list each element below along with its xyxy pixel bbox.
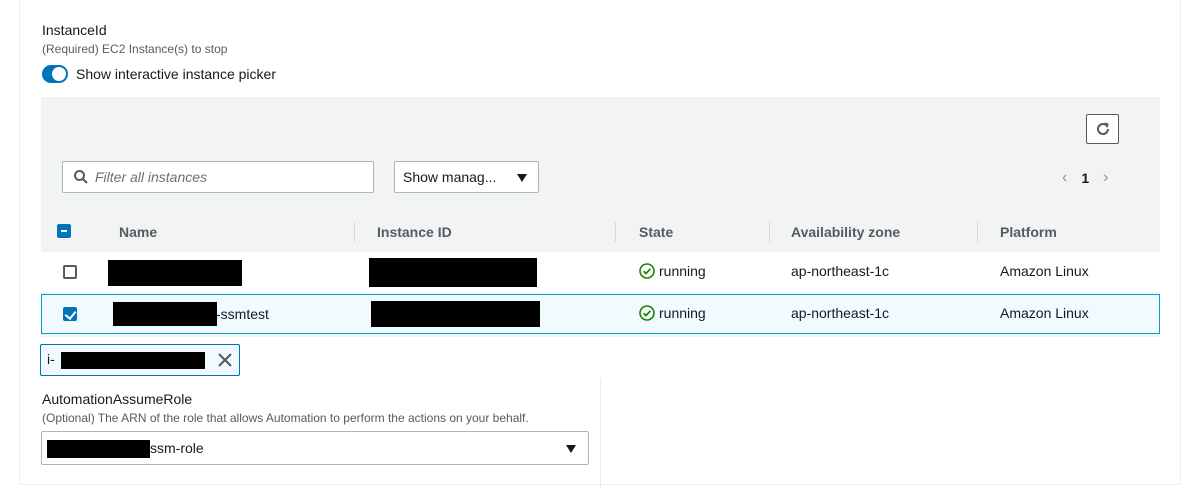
column-header-name[interactable]: Name [119, 224, 157, 240]
instance-type-dropdown[interactable]: Show manag... [394, 161, 539, 193]
column-header-state[interactable]: State [639, 224, 673, 240]
pagination: ‹ 1 › [1062, 168, 1108, 188]
column-divider[interactable] [615, 222, 616, 242]
column-divider[interactable] [354, 222, 355, 242]
instance-id-label: InstanceId [42, 22, 107, 38]
refresh-icon [1096, 122, 1109, 135]
column-divider[interactable] [769, 222, 770, 242]
instance-id-description: (Required) EC2 Instance(s) to stop [42, 42, 228, 56]
previous-page-icon[interactable]: ‹ [1062, 169, 1067, 187]
status-success-icon [639, 305, 655, 321]
state-text: running [659, 263, 706, 279]
redacted-role-prefix [47, 440, 150, 458]
redacted-token-id [61, 352, 205, 369]
toggle-knob [52, 67, 66, 81]
instance-picker-toggle-label: Show interactive instance picker [76, 66, 276, 82]
column-separator [600, 378, 601, 488]
token-prefix: i- [47, 351, 55, 367]
table-row[interactable]: running ap-northeast-1c Amazon Linux [41, 252, 1160, 292]
close-icon[interactable] [217, 352, 233, 371]
instance-picker-toggle[interactable] [42, 65, 68, 83]
table-header: Name Instance ID State Availability zone… [41, 212, 1160, 252]
selected-instance-token: i- [40, 344, 240, 376]
page-number[interactable]: 1 [1081, 170, 1089, 186]
availability-zone-cell: ap-northeast-1c [791, 263, 890, 279]
column-header-platform[interactable]: Platform [1000, 224, 1057, 240]
assume-role-select[interactable]: ssm-role [41, 431, 589, 465]
assume-role-description: (Optional) The ARN of the role that allo… [42, 411, 529, 425]
search-icon [73, 169, 89, 185]
platform-cell: Amazon Linux [1000, 263, 1089, 279]
status-success-icon [639, 263, 655, 279]
row-checkbox-checked[interactable] [63, 307, 77, 321]
table-row-selected[interactable]: -ssmtest running ap-northeast-1c Amazon … [41, 294, 1160, 334]
filter-instances-input[interactable] [95, 169, 365, 185]
caret-down-icon [517, 174, 527, 182]
availability-zone-cell: ap-northeast-1c [791, 305, 890, 321]
redacted-name [113, 302, 217, 326]
next-page-icon[interactable]: › [1103, 169, 1108, 187]
state-cell: running [639, 305, 706, 321]
redacted-name [108, 260, 242, 286]
refresh-button[interactable] [1086, 114, 1119, 144]
caret-down-icon [566, 445, 576, 453]
state-cell: running [639, 263, 706, 279]
assume-role-value: ssm-role [150, 440, 204, 456]
state-text: running [659, 305, 706, 321]
filter-instances [62, 161, 374, 193]
platform-cell: Amazon Linux [1000, 305, 1089, 321]
redacted-instance-id [371, 301, 540, 327]
column-header-instance-id[interactable]: Instance ID [377, 224, 452, 240]
redacted-instance-id [369, 258, 537, 287]
assume-role-label: AutomationAssumeRole [42, 391, 193, 407]
name-suffix: -ssmtest [216, 306, 269, 322]
instance-picker-toggle-row: Show interactive instance picker [42, 64, 276, 84]
instance-type-dropdown-value: Show manag... [403, 169, 497, 185]
column-header-availability-zone[interactable]: Availability zone [791, 224, 900, 240]
column-divider[interactable] [977, 222, 978, 242]
select-all-checkbox[interactable] [57, 224, 71, 238]
row-checkbox[interactable] [63, 265, 77, 279]
